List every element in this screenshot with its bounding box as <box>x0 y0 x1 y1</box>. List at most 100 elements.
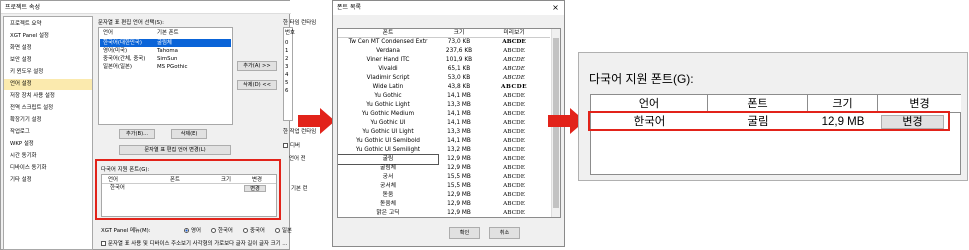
add-lang-button[interactable]: 추가(A) >> <box>237 61 277 71</box>
font-size: 65,1 KB <box>447 66 471 72</box>
nav-item[interactable]: WKP 설정 <box>4 139 92 150</box>
delete-button[interactable]: 삭제(E) <box>171 129 207 139</box>
font-row[interactable]: Wide Latin 43,8 KB ABCDE <box>338 83 550 92</box>
font-size: 12,9 MB <box>447 165 471 171</box>
font-preview: ABCDE <box>503 57 525 63</box>
font-preview: ABCDE <box>503 183 525 189</box>
lang-row[interactable]: 영어(미국) Tahoma <box>100 47 231 55</box>
font-row[interactable]: Yu Gothic Medium 14,1 MB ABCDE <box>338 110 550 119</box>
font-size: 13,2 MB <box>447 147 471 153</box>
font-preview: ABCDE <box>503 174 525 180</box>
font-row[interactable]: 굴림체 12,9 MB ABCDE <box>338 164 550 173</box>
default-runtime-label: 기본 런 <box>291 186 308 192</box>
font-row[interactable]: Tw Cen MT Condensed Extr 73,0 KB ABCDE <box>338 38 550 47</box>
font-row[interactable]: Yu Gothic UI Semibold 14,1 MB ABCDE <box>338 137 550 146</box>
nav-item[interactable]: 보안 설정 <box>4 55 92 66</box>
nav-item[interactable]: 기타 설정 <box>4 175 92 186</box>
font-size: 14,1 MB <box>447 111 471 117</box>
font-size: 12,9 MB <box>447 192 471 198</box>
font-preview: ABCDE <box>502 39 526 45</box>
radio-chinese[interactable]: 중국어 <box>243 226 265 234</box>
string-table-checkbox[interactable]: 문자열 표 사용 및 디바이스 주소보기 사각형의 가로보다 글자 길이 글자 … <box>101 239 289 247</box>
font-row[interactable]: Yu Gothic UI Light 13,3 MB ABCDE <box>338 128 550 137</box>
font-name: 궁서체 <box>380 183 396 189</box>
font-row[interactable]: Verdana 237,6 KB ABCDE <box>338 47 550 56</box>
nav-item[interactable]: 화면 설정 <box>4 43 92 54</box>
runtime-number: 4 <box>285 72 289 78</box>
font-row[interactable]: Viner Hand ITC 101,9 KB ABCDE <box>338 56 550 65</box>
nav-item[interactable]: 시간 동기화 <box>4 151 92 162</box>
runtime-list[interactable]: 번호 0 1 2 3 4 5 6 <box>283 27 295 121</box>
radio-english[interactable]: 영어 <box>184 226 201 234</box>
font-row[interactable]: Vladimir Script 53,0 KB ABCDE <box>338 74 550 83</box>
font-preview: ABCDE <box>503 156 525 162</box>
font-name: Wide Latin <box>372 84 404 90</box>
ok-button[interactable]: 확인 <box>449 227 480 239</box>
font-name: 돋움체 <box>380 201 396 207</box>
lang-row[interactable]: 한국어(대한민국) 굴림체 <box>100 39 231 47</box>
close-icon[interactable]: × <box>551 3 560 12</box>
lang-listview[interactable]: 언어 기본 폰트 한국어(대한민국) 굴림체 영어(미국) Tahoma 중국어(간체,… <box>98 27 233 125</box>
nav-item[interactable]: 확장기기 설정 <box>4 115 92 126</box>
font-name: 굴림체 <box>380 165 396 171</box>
add-button[interactable]: 추가(B)... <box>119 129 155 139</box>
lang-name: 영어(미국) <box>103 48 128 54</box>
nav-item[interactable]: 저장 장치 사용 설정 <box>4 91 92 102</box>
font-preview: ABCDE <box>503 75 525 81</box>
font-preview: ABCDE <box>503 129 525 135</box>
font-size: 237,6 KB <box>445 48 473 54</box>
dialog-title: 폰트 목록 <box>333 1 564 15</box>
font-name: Vivaldi <box>378 66 398 72</box>
radio-korean[interactable]: 한국어 <box>211 226 233 234</box>
multi-font-table[interactable]: 언어 폰트 크기 변경 한국어 굴림 12,9 MB 변경 <box>590 94 961 175</box>
font-name: 맑은 고딕 <box>376 210 400 216</box>
lang-font: MS PGothic <box>157 64 188 70</box>
font-row[interactable]: 돋움체 12,9 MB ABCDE <box>338 200 550 209</box>
lang-name: 일본어(일본) <box>103 64 133 70</box>
font-row[interactable]: Vivaldi 65,1 KB ABCDE <box>338 65 550 74</box>
nav-item[interactable]: 언어 설정 <box>4 79 92 90</box>
font-name: Yu Gothic Medium <box>361 111 415 117</box>
nav-item[interactable]: 작업로그 <box>4 127 92 138</box>
font-preview: ABCDE <box>503 192 525 198</box>
font-row[interactable]: 맑은 고딕 12,9 MB ABCDE <box>338 209 550 217</box>
font-size: 13,3 MB <box>447 129 471 135</box>
lang-row[interactable]: 중국어(간체, 중국) SimSun <box>100 55 231 63</box>
runtime-number: 6 <box>285 88 289 94</box>
cancel-button[interactable]: 취소 <box>489 227 520 239</box>
font-size: 15,5 MB <box>447 183 471 189</box>
nav-item[interactable]: 전역 스크립트 설정 <box>4 103 92 114</box>
font-list-dialog: 폰트 목록 × 폰트 크기 미리보기 Tw Cen MT Condensed E… <box>332 0 565 247</box>
number-col-label: 번호 <box>285 30 295 36</box>
font-size: 15,5 MB <box>447 174 471 180</box>
font-preview: ABCDE <box>503 147 525 153</box>
change-edit-lang-button[interactable]: 문자열 표 편집 언어 변경(L) <box>119 145 231 155</box>
font-row[interactable]: 궁서체 15,5 MB ABCDE <box>338 182 550 191</box>
font-row[interactable]: 굴림 12,9 MB ABCDE <box>338 154 550 165</box>
dialog-title: 프로젝트 속성 <box>1 1 291 14</box>
lang-font: SimSun <box>157 56 178 62</box>
font-row[interactable]: Yu Gothic 14,1 MB ABCDE <box>338 92 550 101</box>
debug-checkbox[interactable]: 디버 <box>283 141 300 149</box>
nav-item[interactable]: 디바이스 동기화 <box>4 163 92 174</box>
font-size: 73,0 KB <box>447 39 471 45</box>
font-size: 13,3 MB <box>447 102 471 108</box>
settings-nav: 프로젝트 요약 XGT Panel 설정 화면 설정 보안 설정 키 윈도우 설정 언어 … <box>3 16 93 250</box>
font-row[interactable]: Yu Gothic UI Semilight 13,2 MB ABCDE <box>338 146 550 155</box>
font-row[interactable]: Yu Gothic Light 13,3 MB ABCDE <box>338 101 550 110</box>
font-row[interactable]: 돋움 12,9 MB ABCDE <box>338 191 550 200</box>
font-size: 14,1 MB <box>447 93 471 99</box>
font-row[interactable]: 궁서 15,5 MB ABCDE <box>338 173 550 182</box>
delete-lang-button[interactable]: 삭제(D) << <box>237 80 277 90</box>
font-row[interactable]: Yu Gothic UI 14,1 MB ABCDE <box>338 119 550 128</box>
nav-item[interactable]: XGT Panel 설정 <box>4 31 92 42</box>
font-preview: ABCDE <box>503 48 525 54</box>
font-size: 53,0 KB <box>447 75 471 81</box>
lang-row[interactable]: 일본어(일본) MS PGothic <box>100 63 231 71</box>
font-listview[interactable]: 폰트 크기 미리보기 Tw Cen MT Condensed Extr 73,0 … <box>337 28 561 218</box>
nav-item[interactable]: 키 윈도우 설정 <box>4 67 92 78</box>
radio-japanese[interactable]: 일본 <box>275 226 292 234</box>
runtime-number: 1 <box>285 48 289 54</box>
font-name: 돋움 <box>382 192 394 198</box>
nav-item[interactable]: 프로젝트 요약 <box>4 19 92 30</box>
